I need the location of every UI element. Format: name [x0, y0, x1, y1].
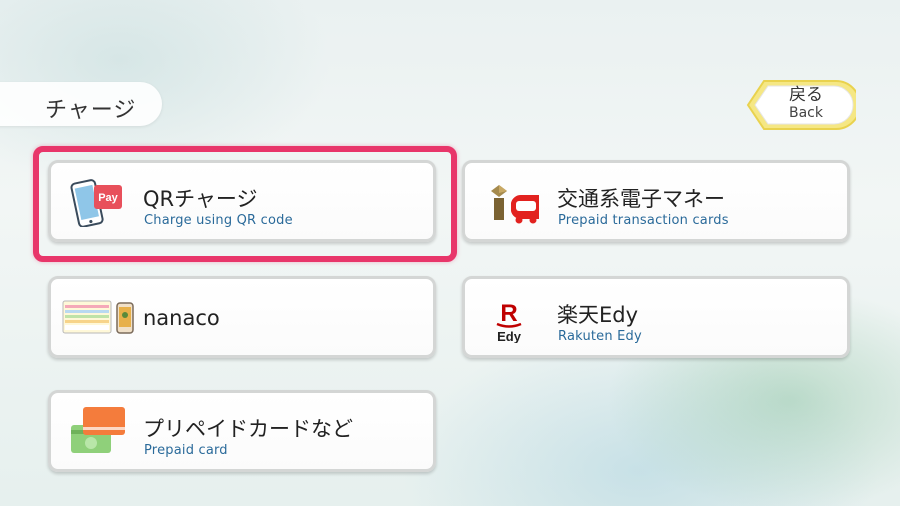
qr-charge-subtitle: Charge using QR code: [144, 213, 293, 228]
rakuten-edy-icon: R Edy: [483, 291, 547, 344]
prepaid-cards-icon: [69, 405, 133, 457]
qr-charge-title: QRチャージ: [143, 187, 258, 211]
prepaid-card-subtitle: Prepaid card: [144, 443, 228, 458]
back-label-jp: 戻る: [789, 85, 823, 105]
transit-ic-subtitle: Prepaid transaction cards: [558, 213, 729, 228]
nanaco-title: nanaco: [143, 306, 220, 330]
edy-letter-r: R: [500, 300, 517, 327]
ic-card-icon: [483, 175, 547, 227]
transit-ic-button[interactable]: 交通系電子マネー Prepaid transaction cards: [462, 160, 850, 242]
nanaco-button[interactable]: nanaco: [48, 276, 436, 358]
rakuten-edy-button[interactable]: R Edy 楽天Edy Rakuten Edy: [462, 276, 850, 358]
page-title: チャージ: [45, 98, 137, 123]
rakuten-edy-title: 楽天Edy: [557, 303, 639, 327]
edy-word: Edy: [497, 329, 522, 343]
nanaco-card-icon: [61, 291, 137, 343]
pay-badge-text: Pay: [98, 192, 118, 204]
rakuten-edy-subtitle: Rakuten Edy: [558, 329, 642, 344]
prepaid-card-button[interactable]: プリペイドカードなど Prepaid card: [48, 390, 436, 472]
back-button[interactable]: 戻る Back: [744, 78, 856, 132]
page-title-bar: チャージ: [0, 82, 162, 126]
back-label-en: Back: [789, 105, 823, 121]
smartphone-pay-icon: Pay: [69, 175, 133, 228]
prepaid-card-title: プリペイドカードなど: [143, 417, 353, 441]
qr-charge-button[interactable]: Pay QRチャージ Charge using QR code: [48, 160, 436, 242]
transit-ic-title: 交通系電子マネー: [557, 187, 725, 211]
